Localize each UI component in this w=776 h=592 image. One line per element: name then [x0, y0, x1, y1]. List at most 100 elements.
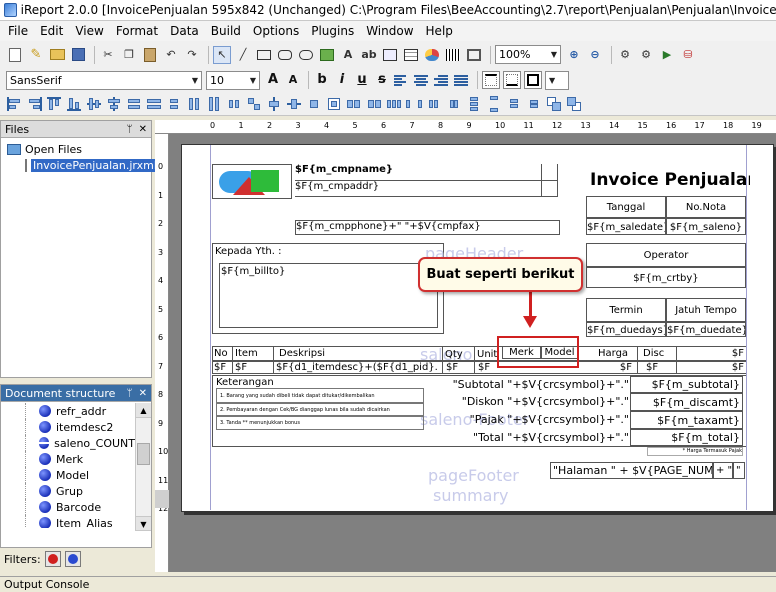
- static-text-tool-icon[interactable]: A: [339, 46, 357, 64]
- center-horizontally-icon[interactable]: [266, 96, 283, 112]
- text-field-tool-icon[interactable]: ab: [360, 46, 378, 64]
- close-icon[interactable]: ✕: [139, 124, 147, 135]
- same-width-min-icon[interactable]: [166, 96, 183, 112]
- note-3[interactable]: 3. Tanda ** menunjukkan bonus: [216, 416, 424, 430]
- horizontal-spacing-remove-icon[interactable]: [446, 96, 463, 112]
- center-vertically-icon[interactable]: [286, 96, 303, 112]
- vertical-spacing-remove-icon[interactable]: [526, 96, 543, 112]
- align-bottom-edges-icon[interactable]: [66, 96, 83, 112]
- page-number-field[interactable]: "Halaman " + $V{PAGE_NUMBER}: [550, 462, 713, 479]
- subtotal-field[interactable]: $F{m_subtotal}: [630, 376, 743, 393]
- scrollbar-thumb[interactable]: [137, 443, 150, 465]
- close-icon[interactable]: ✕: [139, 388, 147, 399]
- company-phone-field[interactable]: $F{m_cmpphone}+" "+$V{cmpfax}: [295, 220, 560, 235]
- col-qty[interactable]: Qty: [442, 346, 474, 361]
- horizontal-spacing-increase-icon[interactable]: [406, 96, 423, 112]
- list-item[interactable]: saleno_COUNT: [1, 435, 135, 451]
- saleno-field[interactable]: $F{m_saleno}: [666, 218, 746, 235]
- list-item[interactable]: Model: [1, 467, 135, 483]
- document-structure-scrollbar[interactable]: ▲ ▼: [135, 403, 151, 531]
- menu-window[interactable]: Window: [360, 21, 419, 41]
- col-deskripsi[interactable]: Deskripsi: [279, 348, 379, 359]
- taxamt-field[interactable]: $F{m_taxamt}: [630, 411, 743, 429]
- same-width-icon[interactable]: [126, 96, 143, 112]
- crosstab-tool-icon[interactable]: [402, 46, 420, 64]
- menu-format[interactable]: Format: [110, 21, 164, 41]
- col-no[interactable]: No: [214, 348, 232, 359]
- detail-disc-field[interactable]: $F: [637, 361, 677, 374]
- align-right-edges-icon[interactable]: [26, 96, 43, 112]
- same-width-max-icon[interactable]: [146, 96, 163, 112]
- report-title[interactable]: Invoice Penjualan: [590, 170, 750, 194]
- menu-view[interactable]: View: [69, 21, 109, 41]
- keterangan-label[interactable]: Keterangan: [216, 377, 316, 388]
- jatuh-tempo-label[interactable]: Jatuh Tempo: [666, 298, 746, 322]
- menu-edit[interactable]: Edit: [34, 21, 69, 41]
- output-console-bar[interactable]: Output Console: [0, 576, 776, 592]
- list-item[interactable]: Merk: [1, 451, 135, 467]
- align-justify-icon[interactable]: [453, 72, 469, 88]
- open-files-node[interactable]: Open Files: [1, 141, 151, 157]
- list-item[interactable]: Item_Alias: [1, 515, 135, 528]
- duedate-field[interactable]: $F{m_duedate}: [666, 322, 746, 337]
- filter-variables-button[interactable]: [64, 551, 81, 567]
- filter-fields-button[interactable]: [44, 551, 61, 567]
- border-all-icon[interactable]: [524, 71, 542, 89]
- redo-icon[interactable]: ↷: [183, 46, 201, 64]
- discamt-field[interactable]: $F{m_discamt}: [630, 393, 743, 411]
- vertical-spacing-decrease-icon[interactable]: [506, 96, 523, 112]
- nonota-label[interactable]: No.Nota: [666, 196, 746, 218]
- font-decrease-icon[interactable]: A: [284, 71, 302, 89]
- align-right-icon[interactable]: [433, 72, 449, 88]
- join-right-icon[interactable]: [366, 96, 383, 112]
- same-height-icon[interactable]: [186, 96, 203, 112]
- duedays-field[interactable]: $F{m_duedays}: [586, 322, 666, 337]
- detail-total-field[interactable]: $F: [678, 362, 744, 373]
- zoom-out-icon[interactable]: ⊖: [586, 46, 604, 64]
- col-disc[interactable]: Disc: [637, 346, 677, 361]
- detail-harga-field[interactable]: $F: [596, 362, 632, 373]
- crtby-field[interactable]: $F{m_crtby}: [586, 267, 746, 288]
- horizontal-spacing-decrease-icon[interactable]: [426, 96, 443, 112]
- cut-icon[interactable]: ✂: [99, 46, 117, 64]
- run-datasource-icon[interactable]: ▶: [658, 46, 676, 64]
- strikethrough-icon[interactable]: s: [373, 71, 391, 89]
- vertical-spacing-increase-icon[interactable]: [486, 95, 503, 112]
- ellipse-tool-icon[interactable]: [297, 46, 315, 64]
- detail-item-field[interactable]: $F: [232, 361, 274, 374]
- rounded-rect-tool-icon[interactable]: [276, 46, 294, 64]
- pajak-label[interactable]: "Pajak "+$V{crcsymbol}+".": [440, 412, 629, 428]
- paste-icon[interactable]: [141, 46, 159, 64]
- font-increase-icon[interactable]: A: [264, 71, 282, 89]
- join-left-icon[interactable]: [346, 96, 363, 112]
- operator-label[interactable]: Operator: [586, 243, 746, 267]
- open-folder-icon[interactable]: [48, 46, 66, 64]
- note-1[interactable]: 1. Barang yang sudah dibeli tidak dapat …: [216, 388, 424, 403]
- page-total-tail-field[interactable]: ": [733, 462, 745, 479]
- rectangle-tool-icon[interactable]: [255, 46, 273, 64]
- detail-description-field[interactable]: $F{d1_itemdesc}+($F{d1_pid}.: [276, 362, 438, 373]
- vertical-ruler-scroll[interactable]: [155, 490, 169, 508]
- list-item[interactable]: Grup: [1, 483, 135, 499]
- frame-tool-icon[interactable]: [465, 46, 483, 64]
- total-label[interactable]: "Total "+$V{crcsymbol}+".": [440, 430, 629, 446]
- align-center-icon[interactable]: [413, 72, 429, 88]
- align-top-edges-icon[interactable]: [46, 96, 63, 112]
- detail-qty-field[interactable]: $F: [442, 361, 474, 374]
- compile-icon[interactable]: ⚙: [616, 46, 634, 64]
- zoom-in-icon[interactable]: ⊕: [565, 46, 583, 64]
- chart-tool-icon[interactable]: [423, 46, 441, 64]
- font-size-select[interactable]: 10 ▼: [206, 70, 260, 90]
- line-tool-icon[interactable]: ╱: [234, 46, 252, 64]
- menu-help[interactable]: Help: [420, 21, 459, 41]
- send-to-back-icon[interactable]: [566, 96, 583, 112]
- subreport-tool-icon[interactable]: [381, 46, 399, 64]
- saledate-field[interactable]: $F{m_saledate}: [586, 218, 666, 235]
- list-item[interactable]: Barcode: [1, 499, 135, 515]
- subtotal-label[interactable]: "Subtotal "+$V{crcsymbol}+".": [440, 377, 629, 393]
- bold-icon[interactable]: b: [313, 71, 331, 89]
- diskon-label[interactable]: "Diskon "+$V{crcsymbol}+".": [440, 394, 629, 410]
- align-left-icon[interactable]: [393, 72, 409, 88]
- bring-to-front-icon[interactable]: [546, 96, 563, 112]
- new-document-icon[interactable]: [6, 46, 24, 64]
